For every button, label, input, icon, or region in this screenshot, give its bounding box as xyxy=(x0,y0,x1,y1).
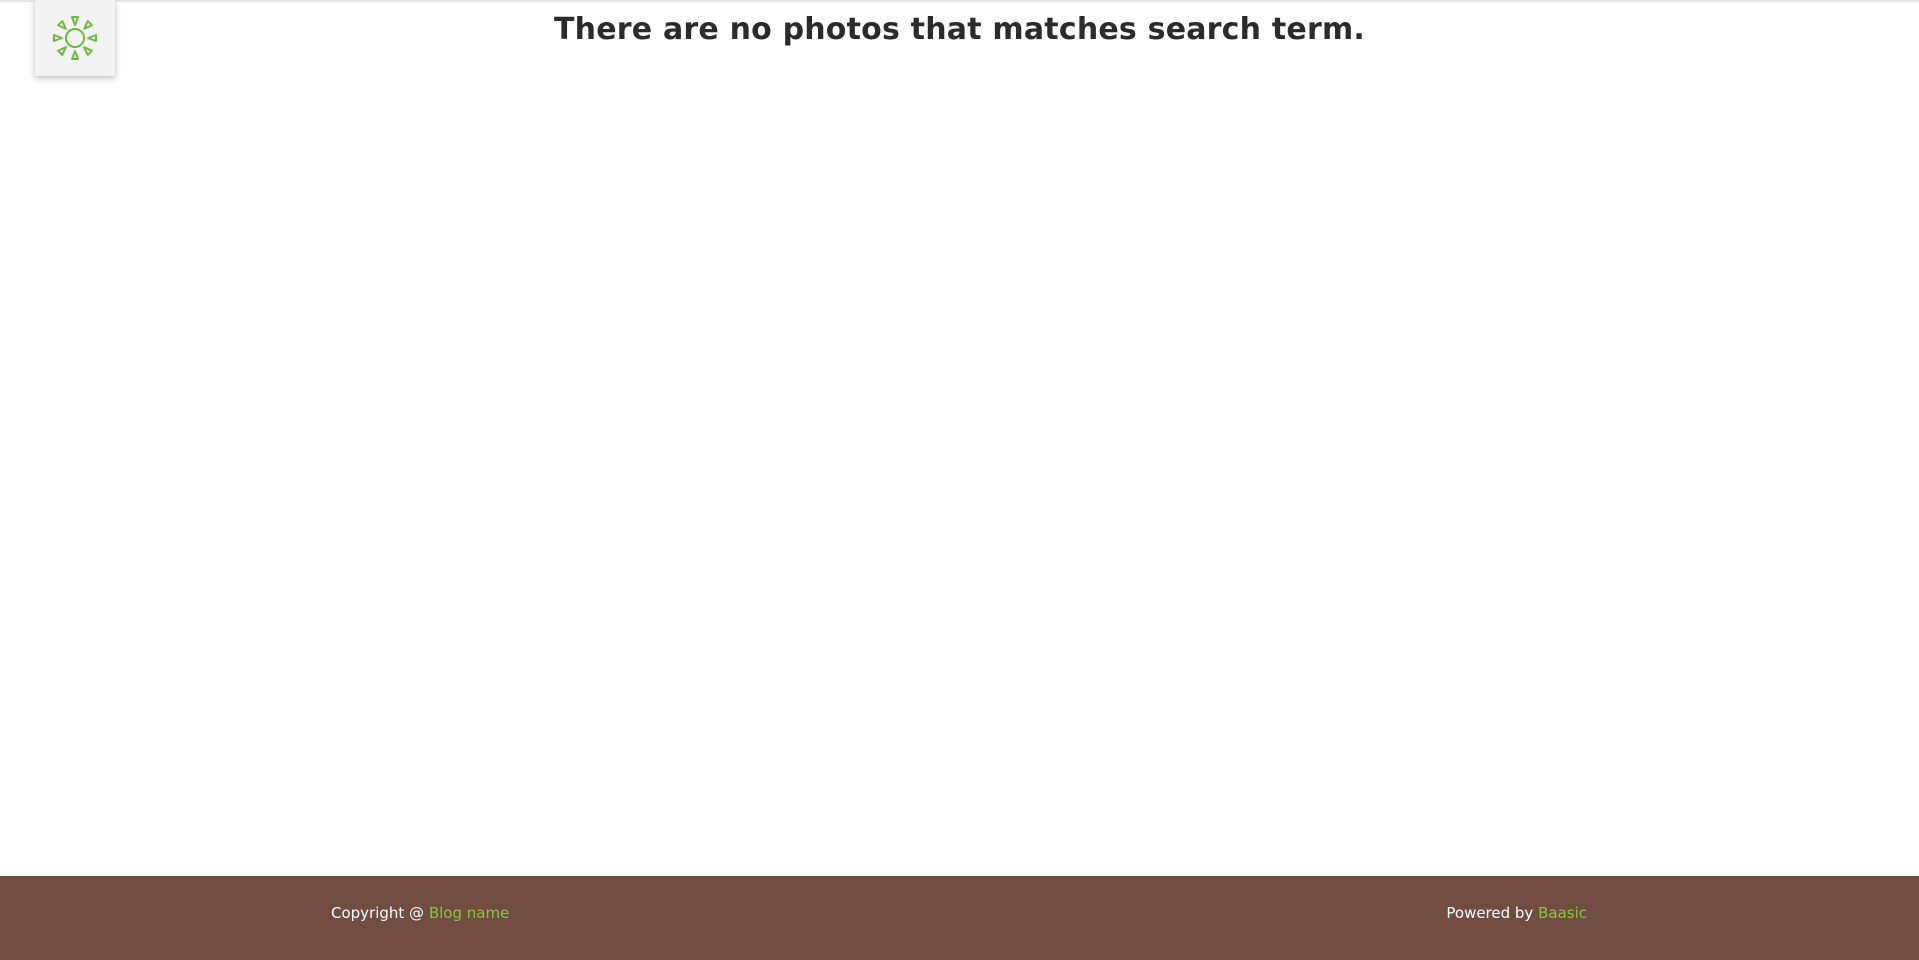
top-divider xyxy=(0,0,1919,2)
no-results-message: There are no photos that matches search … xyxy=(553,12,1366,47)
footer: Copyright @ Blog name Powered by Baasic xyxy=(0,876,1919,960)
footer-powered-by: Powered by Baasic xyxy=(1446,904,1587,922)
footer-copyright: Copyright @ Blog name xyxy=(331,904,509,922)
powered-by-prefix: Powered by xyxy=(1446,904,1539,922)
baasic-link[interactable]: Baasic xyxy=(1538,904,1587,922)
blog-name-link[interactable]: Blog name xyxy=(429,904,509,922)
page: There are no photos that matches search … xyxy=(0,0,1919,960)
copyright-prefix: Copyright @ xyxy=(331,904,429,922)
